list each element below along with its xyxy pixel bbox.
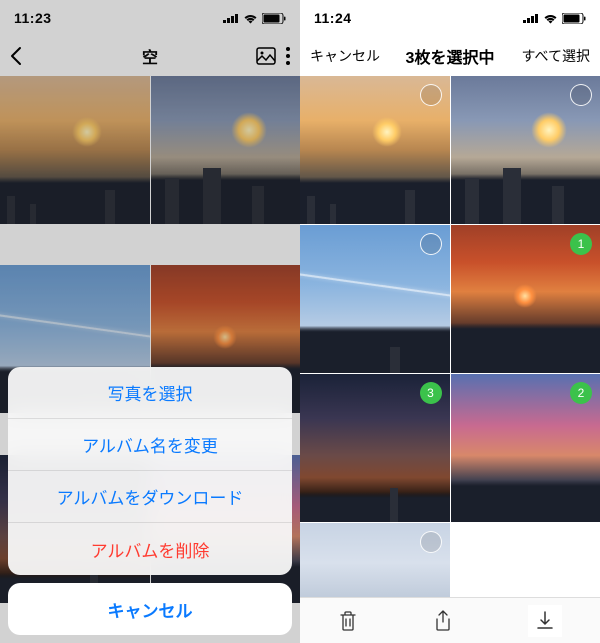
wifi-icon — [543, 13, 558, 24]
photo-cell[interactable]: 1 — [451, 225, 600, 373]
cancel-button[interactable]: キャンセル — [310, 46, 380, 66]
share-icon — [434, 610, 452, 632]
photo-cell[interactable]: 3 — [300, 374, 450, 522]
sheet-download-album[interactable]: アルバムをダウンロード — [8, 471, 292, 523]
selection-circle-empty[interactable] — [570, 84, 592, 106]
photo-grid: 1 3 2 — [300, 76, 600, 603]
sheet-select-photos[interactable]: 写真を選択 — [8, 367, 292, 419]
status-bar: 11:24 — [300, 0, 600, 36]
sheet-rename-album[interactable]: アルバム名を変更 — [8, 419, 292, 471]
nav-bar: キャンセル 3枚を選択中 すべて選択 — [300, 36, 600, 76]
delete-button[interactable] — [338, 610, 358, 632]
status-indicators — [523, 13, 586, 24]
signal-icon — [523, 13, 539, 23]
download-icon — [536, 611, 554, 631]
sheet-delete-album[interactable]: アルバムを削除 — [8, 523, 292, 575]
screen-selection-view: 11:24 キャンセル 3枚を選択中 すべて選択 1 3 2 — [300, 0, 600, 643]
selection-badge[interactable]: 2 — [570, 382, 592, 404]
chevron-left-icon — [10, 46, 22, 66]
photo-mode-button[interactable] — [256, 47, 276, 65]
more-vertical-icon — [286, 47, 290, 65]
share-button[interactable] — [434, 610, 452, 632]
action-sheet: 写真を選択 アルバム名を変更 アルバムをダウンロード アルバムを削除 キャンセル — [8, 367, 292, 635]
selection-badge[interactable]: 1 — [570, 233, 592, 255]
image-icon — [256, 47, 276, 65]
status-time: 11:24 — [314, 10, 352, 26]
photo-cell[interactable] — [300, 523, 450, 603]
sheet-cancel[interactable]: キャンセル — [8, 583, 292, 635]
battery-icon — [562, 13, 586, 24]
screen-album-view: 11:23 空 — [0, 0, 300, 643]
download-button[interactable] — [528, 605, 562, 637]
more-button[interactable] — [286, 47, 290, 65]
photo-cell[interactable] — [300, 76, 450, 224]
photo-cell[interactable]: 2 — [451, 374, 600, 522]
selection-circle-empty[interactable] — [420, 84, 442, 106]
select-all-button[interactable]: すべて選択 — [522, 46, 590, 66]
selection-circle-empty[interactable] — [420, 233, 442, 255]
back-button[interactable] — [10, 46, 22, 66]
selection-circle-empty[interactable] — [420, 531, 442, 553]
trash-icon — [338, 610, 358, 632]
photo-cell[interactable] — [451, 76, 600, 224]
selection-badge[interactable]: 3 — [420, 382, 442, 404]
bottom-toolbar — [300, 597, 600, 643]
photo-cell[interactable] — [300, 225, 450, 373]
